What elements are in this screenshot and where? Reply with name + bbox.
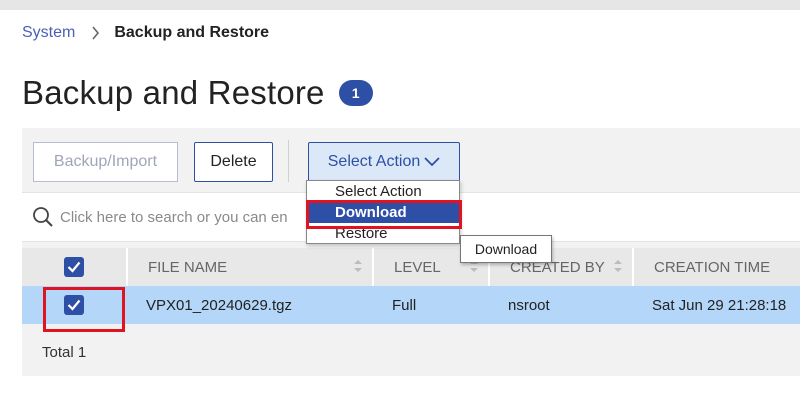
sort-icon[interactable] bbox=[354, 259, 362, 273]
download-tooltip: Download bbox=[460, 235, 552, 263]
search-input[interactable]: Click here to search or you can en bbox=[60, 209, 288, 226]
backup-panel: Backup/Import Delete Select Action Click… bbox=[22, 128, 800, 376]
select-all-checkbox[interactable] bbox=[64, 257, 84, 277]
page-title: Backup and Restore bbox=[22, 74, 325, 111]
count-badge: 1 bbox=[338, 80, 373, 106]
select-action-label: Select Action bbox=[327, 153, 421, 170]
backup-table: FILE NAME LEVEL CREATED BY CREATION TIME bbox=[22, 248, 800, 324]
toolbar-divider bbox=[288, 140, 289, 182]
top-bar bbox=[0, 0, 800, 10]
total-count: Total 1 bbox=[42, 344, 87, 361]
cell-file-name: VPX01_20240629.tgz bbox=[146, 296, 292, 314]
dropdown-item-select-action[interactable]: Select Action bbox=[307, 181, 459, 202]
cell-created-by: nsroot bbox=[508, 296, 550, 314]
column-header-label: FILE NAME bbox=[148, 258, 228, 276]
cell-level: Full bbox=[392, 296, 417, 314]
table-header: FILE NAME LEVEL CREATED BY CREATION TIME bbox=[22, 248, 800, 286]
select-all-cell bbox=[22, 248, 126, 286]
row-checkbox-highlight bbox=[43, 287, 125, 332]
column-header-label: CREATION TIME bbox=[654, 258, 771, 276]
table-row[interactable]: VPX01_20240629.tgz Full nsroot Sat Jun 2… bbox=[22, 286, 800, 324]
breadcrumb: System Backup and Restore bbox=[22, 24, 269, 42]
page-header: Backup and Restore 1 bbox=[22, 74, 373, 112]
download-option-highlight bbox=[306, 200, 462, 229]
select-action-button[interactable]: Select Action bbox=[308, 142, 460, 182]
breadcrumb-system-link[interactable]: System bbox=[22, 24, 75, 42]
column-header-creation-time[interactable]: CREATION TIME bbox=[632, 248, 800, 286]
checkmark-icon bbox=[67, 261, 81, 273]
cell-creation-time: Sat Jun 29 21:28:18 bbox=[652, 296, 787, 314]
sort-icon[interactable] bbox=[614, 259, 622, 273]
delete-button[interactable]: Delete bbox=[194, 142, 273, 182]
search-icon bbox=[32, 206, 54, 228]
column-header-label: LEVEL bbox=[394, 258, 441, 276]
breadcrumb-current: Backup and Restore bbox=[114, 24, 270, 41]
chevron-right-icon bbox=[91, 26, 100, 40]
backup-import-button[interactable]: Backup/Import bbox=[33, 142, 178, 182]
chevron-down-icon bbox=[424, 157, 440, 167]
column-header-file-name[interactable]: FILE NAME bbox=[126, 248, 372, 286]
